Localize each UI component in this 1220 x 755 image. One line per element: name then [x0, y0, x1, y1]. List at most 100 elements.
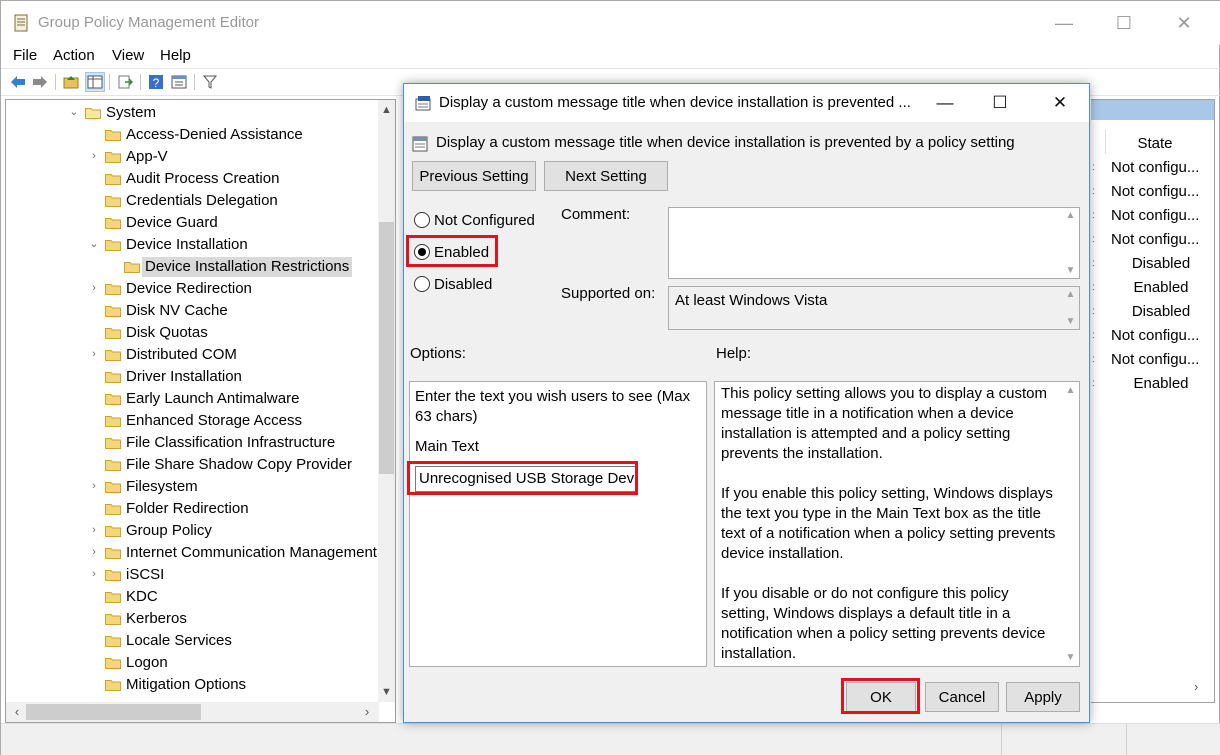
- tree-item-label: iSCSI: [126, 566, 165, 583]
- chevron-right-icon[interactable]: ›: [88, 348, 100, 360]
- radio-not-configured[interactable]: Not Configured: [414, 208, 535, 232]
- tree-item[interactable]: › Distributed COM: [6, 344, 381, 366]
- chevron-down-icon[interactable]: ⌄: [88, 238, 100, 250]
- tree-item[interactable]: Folder Redirection: [6, 498, 381, 520]
- tree-item[interactable]: Device Guard: [6, 212, 381, 234]
- supported-scroll-up-icon[interactable]: ▲: [1062, 289, 1079, 300]
- forward-arrow-icon[interactable]: [30, 72, 50, 92]
- filter-icon[interactable]: [200, 72, 220, 92]
- state-cell[interactable]: Not configu...: [1111, 183, 1211, 205]
- tree-item[interactable]: KDC: [6, 586, 381, 608]
- show-tree-icon[interactable]: [85, 72, 105, 92]
- chevron-right-icon[interactable]: ›: [88, 480, 100, 492]
- folder-icon: [105, 590, 121, 603]
- radio-disabled[interactable]: Disabled: [414, 272, 492, 296]
- tree-item[interactable]: Early Launch Antimalware: [6, 388, 381, 410]
- scroll-up-arrow-icon[interactable]: ▲: [378, 102, 395, 119]
- previous-setting-button[interactable]: Previous Setting: [412, 161, 536, 191]
- tree-item[interactable]: Access-Denied Assistance: [6, 124, 381, 146]
- tree-item[interactable]: Logon: [6, 652, 381, 674]
- radio-not-configured-circle[interactable]: [414, 212, 430, 228]
- tree-item[interactable]: Kerberos: [6, 608, 381, 630]
- menu-action[interactable]: Action: [53, 47, 95, 64]
- tree-item[interactable]: Mitigation Options: [6, 674, 381, 696]
- help-scroll-down-icon[interactable]: ▼: [1062, 652, 1079, 663]
- folder-icon: [105, 216, 121, 229]
- chevron-right-icon[interactable]: ›: [88, 546, 100, 558]
- help-scroll-up-icon[interactable]: ▲: [1062, 385, 1079, 396]
- comment-field[interactable]: ▲ ▼: [668, 207, 1080, 279]
- tree-item[interactable]: Enhanced Storage Access: [6, 410, 381, 432]
- chevron-right-icon[interactable]: ›: [88, 282, 100, 294]
- tree-item[interactable]: › iSCSI: [6, 564, 381, 586]
- state-cell[interactable]: Disabled: [1111, 255, 1211, 277]
- state-cell[interactable]: Enabled: [1111, 279, 1211, 301]
- apply-button[interactable]: Apply: [1006, 682, 1080, 712]
- tree-item[interactable]: File Share Shadow Copy Provider: [6, 454, 381, 476]
- tree-item[interactable]: Disk Quotas: [6, 322, 381, 344]
- dialog-minimize-button[interactable]: —: [922, 87, 968, 119]
- list-scroll-right-arrow-icon[interactable]: ›: [1194, 679, 1198, 694]
- scroll-down-arrow-icon[interactable]: ▼: [378, 684, 395, 701]
- tree-item[interactable]: › App-V: [6, 146, 381, 168]
- next-setting-button[interactable]: Next Setting: [544, 161, 668, 191]
- window-title: Group Policy Management Editor: [38, 14, 259, 31]
- menu-file[interactable]: File: [13, 47, 37, 64]
- scroll-right-arrow-icon[interactable]: ›: [358, 702, 376, 722]
- state-cell[interactable]: Not configu...: [1111, 207, 1211, 229]
- tree-item[interactable]: ⌄ Device Installation: [6, 234, 381, 256]
- tree-item[interactable]: Driver Installation: [6, 366, 381, 388]
- chevron-right-icon[interactable]: ›: [88, 150, 100, 162]
- cancel-button[interactable]: Cancel: [925, 682, 999, 712]
- properties-icon[interactable]: [169, 72, 189, 92]
- up-folder-icon[interactable]: [61, 72, 81, 92]
- dialog-maximize-button[interactable]: ☐: [977, 87, 1023, 119]
- dialog-close-button[interactable]: ✕: [1037, 87, 1083, 119]
- chevron-down-icon[interactable]: ⌄: [68, 106, 80, 118]
- radio-disabled-circle[interactable]: [414, 276, 430, 292]
- tree-vertical-scrollbar[interactable]: ▲ ▼: [378, 100, 395, 702]
- folder-icon: [105, 194, 121, 207]
- enabled-highlight-box: [406, 235, 498, 267]
- close-button[interactable]: ✕: [1161, 7, 1207, 39]
- minimize-button[interactable]: —: [1041, 7, 1087, 39]
- row-separator: :: [1092, 306, 1095, 317]
- tree-item[interactable]: Disk NV Cache: [6, 300, 381, 322]
- tree-hscroll-thumb[interactable]: [26, 704, 201, 720]
- help-icon[interactable]: ?: [146, 72, 166, 92]
- comment-scroll-up-icon[interactable]: ▲: [1062, 210, 1079, 221]
- tree-item[interactable]: › Filesystem: [6, 476, 381, 498]
- state-cell[interactable]: Not configu...: [1111, 351, 1211, 373]
- chevron-right-icon[interactable]: ›: [88, 568, 100, 580]
- state-cell[interactable]: Disabled: [1111, 303, 1211, 325]
- tree-item[interactable]: Audit Process Creation: [6, 168, 381, 190]
- scroll-left-arrow-icon[interactable]: ‹: [8, 702, 26, 722]
- tree-item[interactable]: Locale Services: [6, 630, 381, 652]
- state-cell[interactable]: Not configu...: [1111, 231, 1211, 253]
- tree-item[interactable]: › Group Policy: [6, 520, 381, 542]
- maximize-button[interactable]: ☐: [1101, 7, 1147, 39]
- tree-item-label: File Classification Infrastructure: [126, 434, 336, 451]
- comment-scroll-down-icon[interactable]: ▼: [1062, 265, 1079, 276]
- state-cell[interactable]: Not configu...: [1111, 159, 1211, 181]
- menu-view[interactable]: View: [112, 47, 144, 64]
- tree-item[interactable]: › Device Redirection: [6, 278, 381, 300]
- tree-item[interactable]: File Classification Infrastructure: [6, 432, 381, 454]
- folder-icon: [105, 524, 121, 537]
- folder-icon: [105, 678, 121, 691]
- menu-help[interactable]: Help: [160, 47, 191, 64]
- export-list-icon[interactable]: [115, 72, 135, 92]
- tree-item[interactable]: › Internet Communication Management: [6, 542, 381, 564]
- tree-item[interactable]: Device Installation Restrictions: [6, 256, 381, 278]
- state-column-header[interactable]: State: [1105, 135, 1205, 152]
- chevron-right-icon[interactable]: ›: [88, 524, 100, 536]
- state-cell[interactable]: Enabled: [1111, 375, 1211, 397]
- supported-scroll-down-icon[interactable]: ▼: [1062, 316, 1079, 327]
- tree-scroll-thumb[interactable]: [379, 222, 394, 474]
- state-cell[interactable]: Not configu...: [1111, 327, 1211, 349]
- tree-item-system[interactable]: ⌄ System: [6, 102, 381, 124]
- tree-horizontal-scrollbar[interactable]: ‹ ›: [6, 702, 379, 722]
- row-separator: :: [1092, 378, 1095, 389]
- back-arrow-icon[interactable]: [8, 72, 28, 92]
- tree-item[interactable]: Credentials Delegation: [6, 190, 381, 212]
